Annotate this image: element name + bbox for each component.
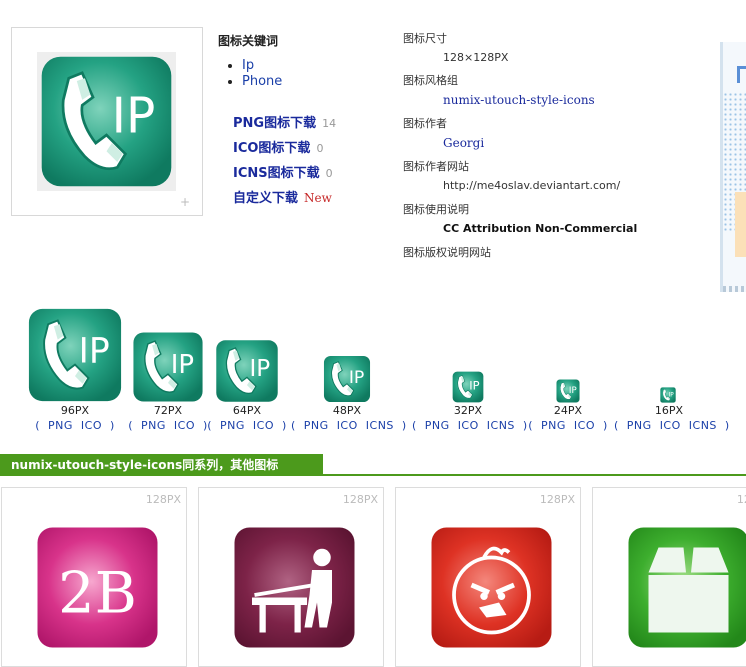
icon-preview: +	[11, 27, 203, 216]
preview-background	[37, 52, 176, 191]
related-icon-card[interactable]: 128PX	[198, 487, 384, 667]
png-link[interactable]: PNG	[425, 419, 450, 432]
ip-phone-icon-48[interactable]	[323, 355, 371, 403]
banner-glyph-icon	[737, 66, 746, 83]
icns-link[interactable]: ICNS	[689, 419, 717, 432]
banner-bar	[723, 286, 746, 292]
author-site-link[interactable]: http://me4oslav.deviantart.com/	[443, 179, 620, 192]
size-label: 32PX	[408, 404, 528, 418]
size-option-64: 64PX (PNGICO)	[197, 404, 297, 433]
png-link[interactable]: PNG	[304, 419, 329, 432]
svg-text:2B: 2B	[58, 560, 137, 627]
card-size-label: 128PX	[540, 493, 575, 506]
icns-download-count: 0	[326, 167, 333, 180]
keywords-list: Ip Phone	[226, 58, 282, 90]
png-download-link[interactable]: PNG图标下载14	[233, 112, 336, 131]
side-banner[interactable]	[720, 42, 746, 292]
related-icons-title: numix-utouch-style-icons同系列，其他图标	[0, 454, 323, 476]
box-icon	[626, 525, 746, 650]
png-link[interactable]: PNG	[48, 419, 73, 432]
png-link[interactable]: PNG	[627, 419, 652, 432]
zoom-plus-icon[interactable]: +	[180, 195, 190, 209]
related-icons-header: numix-utouch-style-icons同系列，其他图标	[0, 454, 746, 476]
icns-link[interactable]: ICNS	[487, 419, 515, 432]
icns-link[interactable]: ICNS	[366, 419, 394, 432]
ico-link[interactable]: ICO	[574, 419, 595, 432]
ip-phone-icon-64[interactable]	[215, 339, 279, 403]
ip-phone-icon-16[interactable]	[660, 387, 676, 403]
billiards-icon	[232, 525, 357, 650]
ip-phone-icon-32[interactable]	[452, 371, 484, 403]
png-link[interactable]: PNG	[220, 419, 245, 432]
ip-phone-icon-24[interactable]	[556, 379, 580, 403]
ico-link[interactable]: ICO	[660, 419, 681, 432]
size-option-32: 32PX (PNGICOICNS)	[408, 404, 528, 433]
related-icon-card[interactable]: 128PX	[592, 487, 746, 667]
banner-block	[735, 192, 746, 257]
size-label: 16PX	[610, 404, 728, 418]
card-size-label: 128PX	[146, 493, 181, 506]
2b-icon: 2B	[35, 525, 160, 650]
size-value: 128×128PX	[443, 51, 508, 64]
style-label: 图标风格组	[403, 72, 458, 88]
size-option-96: 96PX (PNGICO)	[25, 404, 125, 433]
size-option-24: 24PX (PNGICO)	[518, 404, 618, 433]
size-option-48: 48PX (PNGICOICNS)	[287, 404, 407, 433]
author-site-label: 图标作者网站	[403, 158, 469, 174]
png-download-count: 14	[322, 117, 336, 130]
card-size-label: 128PX	[343, 493, 378, 506]
usage-value[interactable]: CC Attribution Non-Commercial	[443, 222, 637, 235]
ip-phone-icon-72[interactable]	[132, 331, 204, 403]
ico-link[interactable]: ICO	[458, 419, 479, 432]
usage-label: 图标使用说明	[403, 201, 469, 217]
ico-link[interactable]: ICO	[253, 419, 274, 432]
size-label: 48PX	[287, 404, 407, 418]
ico-download-link[interactable]: ICO图标下载0	[233, 137, 323, 156]
ico-download-count: 0	[316, 142, 323, 155]
icns-download-link[interactable]: ICNS图标下载0	[233, 162, 333, 181]
size-label: 64PX	[197, 404, 297, 418]
custom-download-link[interactable]: 自定义下载New	[233, 187, 332, 206]
keyword-item[interactable]: Ip	[242, 58, 282, 74]
author-label: 图标作者	[403, 115, 447, 131]
license-site-label: 图标版权说明网站	[403, 244, 491, 260]
ip-phone-icon-96[interactable]	[27, 307, 123, 403]
png-link[interactable]: PNG	[141, 419, 166, 432]
size-label: 24PX	[518, 404, 618, 418]
ip-phone-icon	[37, 52, 176, 191]
author-link[interactable]: Georgi	[443, 136, 484, 150]
png-link[interactable]: PNG	[541, 419, 566, 432]
new-badge: New	[304, 191, 332, 205]
ico-link[interactable]: ICO	[337, 419, 358, 432]
size-option-16: 16PX (PNGICOICNS)	[610, 404, 728, 433]
ico-link[interactable]: ICO	[81, 419, 102, 432]
ico-link[interactable]: ICO	[174, 419, 195, 432]
keywords-title: 图标关键词	[218, 32, 278, 49]
keyword-item[interactable]: Phone	[242, 74, 282, 90]
angry-bird-icon	[429, 525, 554, 650]
style-link[interactable]: numix-utouch-style-icons	[443, 93, 595, 107]
card-size-label: 128PX	[737, 493, 746, 506]
size-label: 图标尺寸	[403, 30, 447, 46]
size-label: 96PX	[25, 404, 125, 418]
related-icon-card[interactable]: 128PX 2B	[1, 487, 187, 667]
related-icon-card[interactable]: 128PX	[395, 487, 581, 667]
